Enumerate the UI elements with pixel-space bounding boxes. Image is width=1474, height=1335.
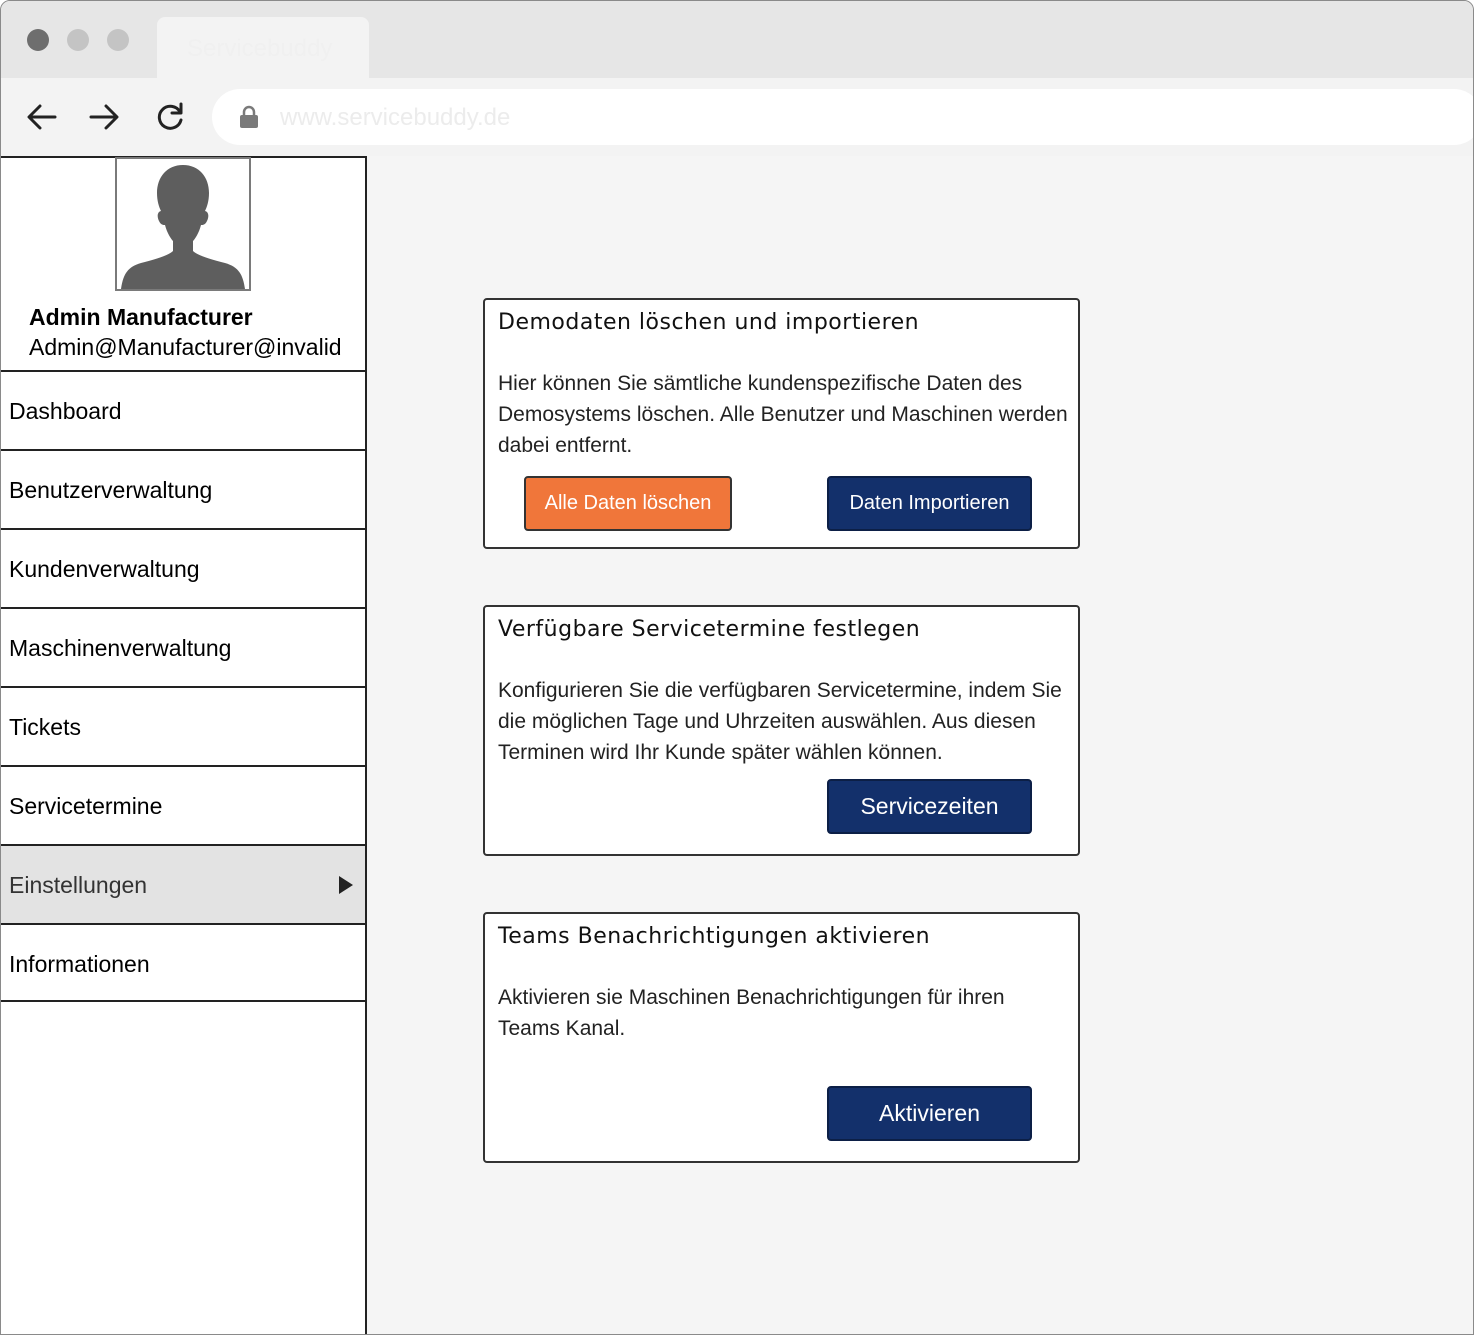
teams-notifications-card: Teams Benachrichtigungen aktivieren Akti… (483, 912, 1080, 1163)
card-title: Demodaten löschen und importieren (498, 310, 920, 335)
back-arrow-icon[interactable] (25, 100, 59, 134)
browser-window: Servicebuddy www.servicebuddy.de Admin M… (0, 0, 1474, 1335)
sidebar-item-informationen[interactable]: Informationen (1, 923, 365, 1002)
avatar (115, 157, 251, 291)
close-window-dot[interactable] (27, 29, 49, 51)
sidebar-item-label: Dashboard (9, 398, 122, 424)
address-bar[interactable]: www.servicebuddy.de (212, 89, 1473, 145)
forward-arrow-icon[interactable] (87, 100, 121, 134)
import-data-button[interactable]: Daten Importieren (827, 476, 1032, 531)
browser-tab[interactable]: Servicebuddy (157, 17, 369, 78)
sidebar-item-label: Kundenverwaltung (9, 556, 200, 582)
sidebar-item-servicetermine[interactable]: Servicetermine (1, 765, 365, 844)
sidebar-item-label: Tickets (9, 714, 81, 740)
minimize-window-dot[interactable] (67, 29, 89, 51)
sidebar-item-label: Informationen (9, 951, 150, 977)
user-name: Admin Manufacturer (29, 304, 253, 330)
sidebar-item-maschinenverwaltung[interactable]: Maschinenverwaltung (1, 607, 365, 686)
sidebar-menu: Dashboard Benutzerverwaltung Kundenverwa… (1, 370, 365, 1002)
delete-all-data-button[interactable]: Alle Daten löschen (524, 476, 732, 531)
service-appointments-card: Verfügbare Servicetermine festlegen Konf… (483, 605, 1080, 856)
sidebar-item-einstellungen[interactable]: Einstellungen (1, 844, 365, 923)
card-title: Verfügbare Servicetermine festlegen (498, 617, 921, 642)
user-profile: Admin Manufacturer Admin@Manufacturer@in… (1, 157, 365, 370)
user-email: Admin@Manufacturer@invalid (29, 334, 342, 360)
reload-icon[interactable] (153, 100, 187, 134)
browser-toolbar: www.servicebuddy.de (1, 78, 1473, 156)
sidebar-item-label: Servicetermine (9, 793, 163, 819)
card-title: Teams Benachrichtigungen aktivieren (498, 924, 931, 949)
sidebar-item-kundenverwaltung[interactable]: Kundenverwaltung (1, 528, 365, 607)
card-description: Hier können Sie sämtliche kundenspezifis… (498, 372, 1068, 457)
activate-button[interactable]: Aktivieren (827, 1086, 1032, 1141)
sidebar-item-benutzerverwaltung[interactable]: Benutzerverwaltung (1, 449, 365, 528)
url-text: www.servicebuddy.de (280, 104, 511, 131)
lock-icon (240, 105, 258, 128)
maximize-window-dot[interactable] (107, 29, 129, 51)
sidebar-item-dashboard[interactable]: Dashboard (1, 370, 365, 449)
sidebar-item-label: Benutzerverwaltung (9, 477, 213, 503)
tab-title: Servicebuddy (187, 35, 333, 62)
user-silhouette-icon (121, 165, 245, 289)
service-times-button[interactable]: Servicezeiten (827, 779, 1032, 834)
card-description: Aktivieren sie Maschinen Benachrichtigun… (498, 986, 1005, 1040)
sidebar-item-tickets[interactable]: Tickets (1, 686, 365, 765)
tab-bar: Servicebuddy (1, 1, 1473, 78)
sidebar: Admin Manufacturer Admin@Manufacturer@in… (1, 156, 367, 1334)
caret-right-icon (339, 876, 353, 894)
demo-data-card: Demodaten löschen und importieren Hier k… (483, 298, 1080, 549)
sidebar-item-label: Maschinenverwaltung (9, 635, 232, 661)
card-description: Konfigurieren Sie die verfügbaren Servic… (498, 679, 1062, 764)
sidebar-item-label: Einstellungen (9, 872, 148, 898)
